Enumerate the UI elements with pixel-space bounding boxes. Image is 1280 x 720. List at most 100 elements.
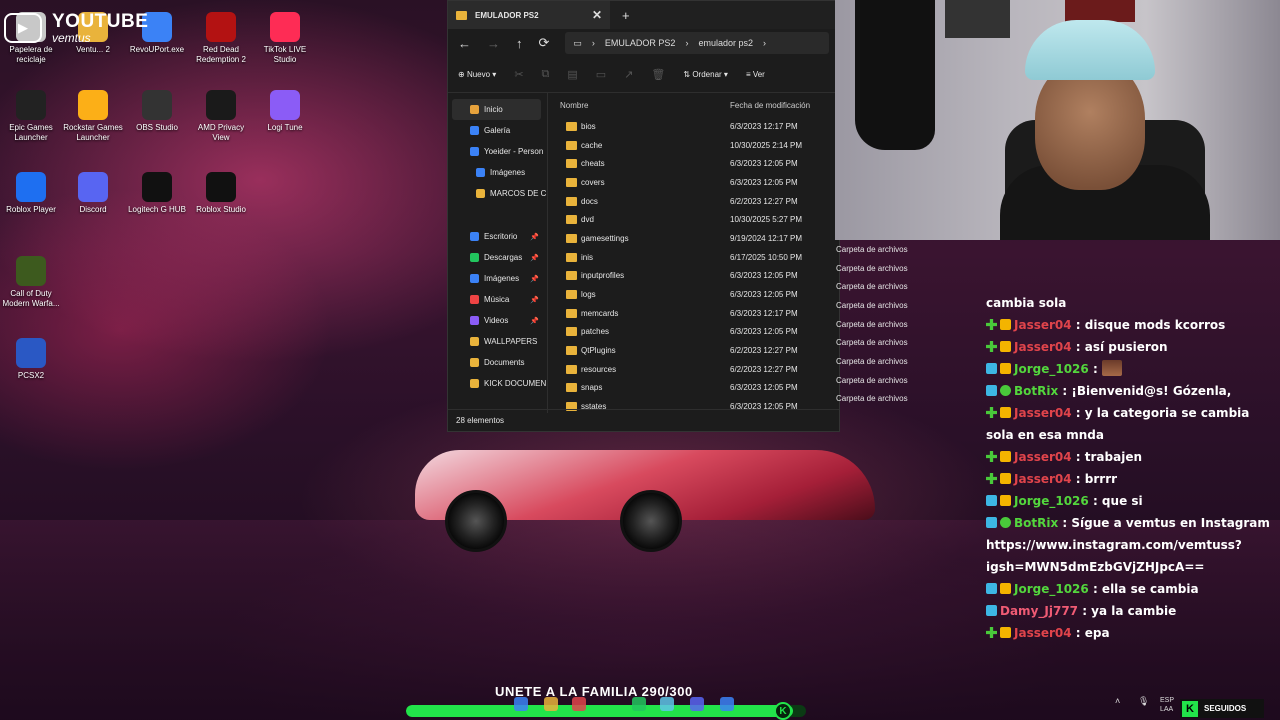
nav-item[interactable]: Documents xyxy=(448,352,547,373)
file-name: dvd xyxy=(581,215,594,225)
discord-taskbar-icon[interactable] xyxy=(690,697,704,711)
windows-start-icon[interactable] xyxy=(514,697,528,711)
folder-icon xyxy=(566,346,577,356)
close-tab-icon[interactable]: ✕ xyxy=(592,8,602,22)
file-row[interactable]: cache 10/30/2025 2:14 PM xyxy=(560,136,839,155)
file-row[interactable]: dvd 10/30/2025 5:27 PM xyxy=(560,210,839,229)
back-arrow-icon[interactable]: ← xyxy=(458,36,471,51)
desktop-icon[interactable]: PCSX2 xyxy=(0,338,62,381)
breadcrumb-emulador-ps2-sub[interactable]: emulador ps2 xyxy=(698,38,753,48)
desktop-icon[interactable]: Logi Tune xyxy=(254,90,316,133)
file-date: 6/3/2023 12:17 PM xyxy=(730,308,798,318)
breadcrumb-emulador-ps2[interactable]: EMULADOR PS2 xyxy=(605,38,676,48)
chat-username[interactable]: Jasser04 xyxy=(1014,318,1072,332)
list-header: Nombre Fecha de modificación xyxy=(560,93,839,117)
file-row[interactable]: resources 6/2/2023 12:27 PM xyxy=(560,360,839,379)
webcam-feed xyxy=(835,0,1280,240)
amd-icon xyxy=(206,90,236,120)
browser-taskbar-icon[interactable] xyxy=(572,697,586,711)
nav-item[interactable]: Descargas 📌 xyxy=(448,247,547,268)
desktop-icon[interactable]: TikTok LIVE Studio xyxy=(254,12,316,65)
chat-username[interactable]: Jorge_1026 xyxy=(1014,582,1089,596)
desktop-icon[interactable]: Logitech G HUB xyxy=(126,172,188,215)
sort-button[interactable]: ⇅ Ordenar ▾ xyxy=(683,70,728,79)
rename-icon[interactable]: ▭ xyxy=(596,68,606,81)
rdr2-icon xyxy=(206,12,236,42)
nav-item[interactable]: WALLPAPERS xyxy=(448,331,547,352)
share-icon[interactable]: ↗ xyxy=(624,68,633,81)
file-row[interactable]: patches 6/3/2023 12:05 PM xyxy=(560,323,839,342)
folder-icon xyxy=(566,196,577,206)
language-indicator[interactable]: ESP LAA xyxy=(1160,696,1182,714)
file-name: cheats xyxy=(581,159,605,169)
forward-arrow-icon[interactable]: → xyxy=(487,36,500,51)
desktop-icon[interactable]: Red Dead Redemption 2 xyxy=(190,12,252,65)
path-box[interactable]: ▭ › EMULADOR PS2 › emulador ps2 › xyxy=(565,32,829,54)
nav-item[interactable]: KICK DOCUMEN xyxy=(448,373,547,394)
nav-item-label: Escritorio xyxy=(484,232,518,241)
file-row[interactable]: logs 6/3/2023 12:05 PM xyxy=(560,285,839,304)
nav-item[interactable]: Imágenes xyxy=(448,162,547,183)
desktop-icon[interactable]: Roblox Studio xyxy=(190,172,252,215)
desktop-icon[interactable]: OBS Studio xyxy=(126,90,188,133)
desktop-icon[interactable]: Call of Duty Modern Warfa... xyxy=(0,256,62,309)
chat-username[interactable]: Jasser04 xyxy=(1014,406,1072,420)
nav-item[interactable]: Videos 📌 xyxy=(448,310,547,331)
up-arrow-icon[interactable]: ↑ xyxy=(516,36,523,51)
emote-icon xyxy=(1101,360,1122,376)
new-tab-button[interactable]: + xyxy=(622,8,630,23)
file-row[interactable]: covers 6/3/2023 12:05 PM xyxy=(560,173,839,192)
refresh-icon[interactable]: ⟳ xyxy=(539,35,550,51)
column-date[interactable]: Fecha de modificación xyxy=(730,101,826,110)
file-row[interactable]: docs 6/2/2023 12:27 PM xyxy=(560,192,839,211)
chat-username[interactable]: BotRix xyxy=(1014,516,1058,530)
nav-item[interactable]: Inicio xyxy=(452,99,541,120)
chat-username[interactable]: BotRix xyxy=(1014,384,1058,398)
nav-folder-icon xyxy=(470,274,479,283)
nav-item[interactable]: Escritorio 📌 xyxy=(448,226,547,247)
desktop-icon[interactable]: Discord xyxy=(62,172,124,215)
file-row[interactable]: inputprofiles 6/3/2023 12:05 PM xyxy=(560,267,839,286)
chat-username[interactable]: Jorge_1026 xyxy=(1014,494,1089,508)
chat-username[interactable]: Jorge_1026 xyxy=(1014,362,1089,376)
microphone-icon[interactable]: 🎙 xyxy=(1138,696,1149,707)
nav-folder-icon xyxy=(470,147,479,156)
file-row[interactable]: bios 6/3/2023 12:17 PM xyxy=(560,117,839,136)
tray-chevron-icon[interactable]: ˄ xyxy=(1115,696,1120,706)
crown-badge-icon xyxy=(1000,341,1011,352)
desktop-icon[interactable]: Epic Games Launcher xyxy=(0,90,62,143)
nav-item[interactable]: Yoeider - Person xyxy=(448,141,547,162)
chat-username[interactable]: Jasser04 xyxy=(1014,472,1072,486)
file-date: 6/17/2025 10:50 PM xyxy=(730,252,803,262)
file-row[interactable]: memcards 6/3/2023 12:17 PM xyxy=(560,304,839,323)
cut-icon[interactable]: ✂ xyxy=(514,68,523,81)
steam-taskbar-icon[interactable] xyxy=(660,697,674,711)
desktop-icon[interactable]: AMD Privacy View xyxy=(190,90,252,143)
paste-icon[interactable]: ▤ xyxy=(567,68,577,81)
app-taskbar-icon-2[interactable] xyxy=(720,697,734,711)
chat-username[interactable]: Jasser04 xyxy=(1014,450,1072,464)
file-explorer-taskbar-icon[interactable] xyxy=(544,697,558,711)
chat-username[interactable]: Damy_Jj777 xyxy=(1000,604,1078,618)
file-row[interactable]: QtPlugins 6/2/2023 12:27 PM xyxy=(560,341,839,360)
delete-icon[interactable]: 🗑 xyxy=(651,68,665,81)
nav-item[interactable]: MARCOS DE C xyxy=(448,183,547,204)
column-name[interactable]: Nombre xyxy=(560,101,730,110)
view-button[interactable]: ≡ Ver xyxy=(746,70,765,79)
file-row[interactable]: gamesettings 9/19/2024 12:17 PM xyxy=(560,229,839,248)
new-button[interactable]: ⊕ Nuevo ▾ xyxy=(458,70,496,79)
chat-username[interactable]: Jasser04 xyxy=(1014,626,1072,640)
app-taskbar-icon[interactable] xyxy=(632,697,646,711)
desktop-icon[interactable]: Rockstar Games Launcher xyxy=(62,90,124,143)
desktop-icon[interactable]: Roblox Player xyxy=(0,172,62,215)
copy-icon[interactable]: ⧉ xyxy=(542,68,550,81)
nav-item[interactable]: Galería xyxy=(448,120,547,141)
nav-item[interactable]: Música 📌 xyxy=(448,289,547,310)
chat-text: : ¡Bienvenid@s! Gózenla, xyxy=(1062,384,1232,398)
file-row[interactable]: inis 6/17/2025 10:50 PM xyxy=(560,248,839,267)
tab-emulador-ps2[interactable]: EMULADOR PS2 ✕ xyxy=(448,1,610,29)
chat-username[interactable]: Jasser04 xyxy=(1014,340,1072,354)
file-row[interactable]: snaps 6/3/2023 12:05 PM xyxy=(560,379,839,398)
file-row[interactable]: cheats 6/3/2023 12:05 PM xyxy=(560,154,839,173)
nav-item[interactable]: Imágenes 📌 xyxy=(448,268,547,289)
